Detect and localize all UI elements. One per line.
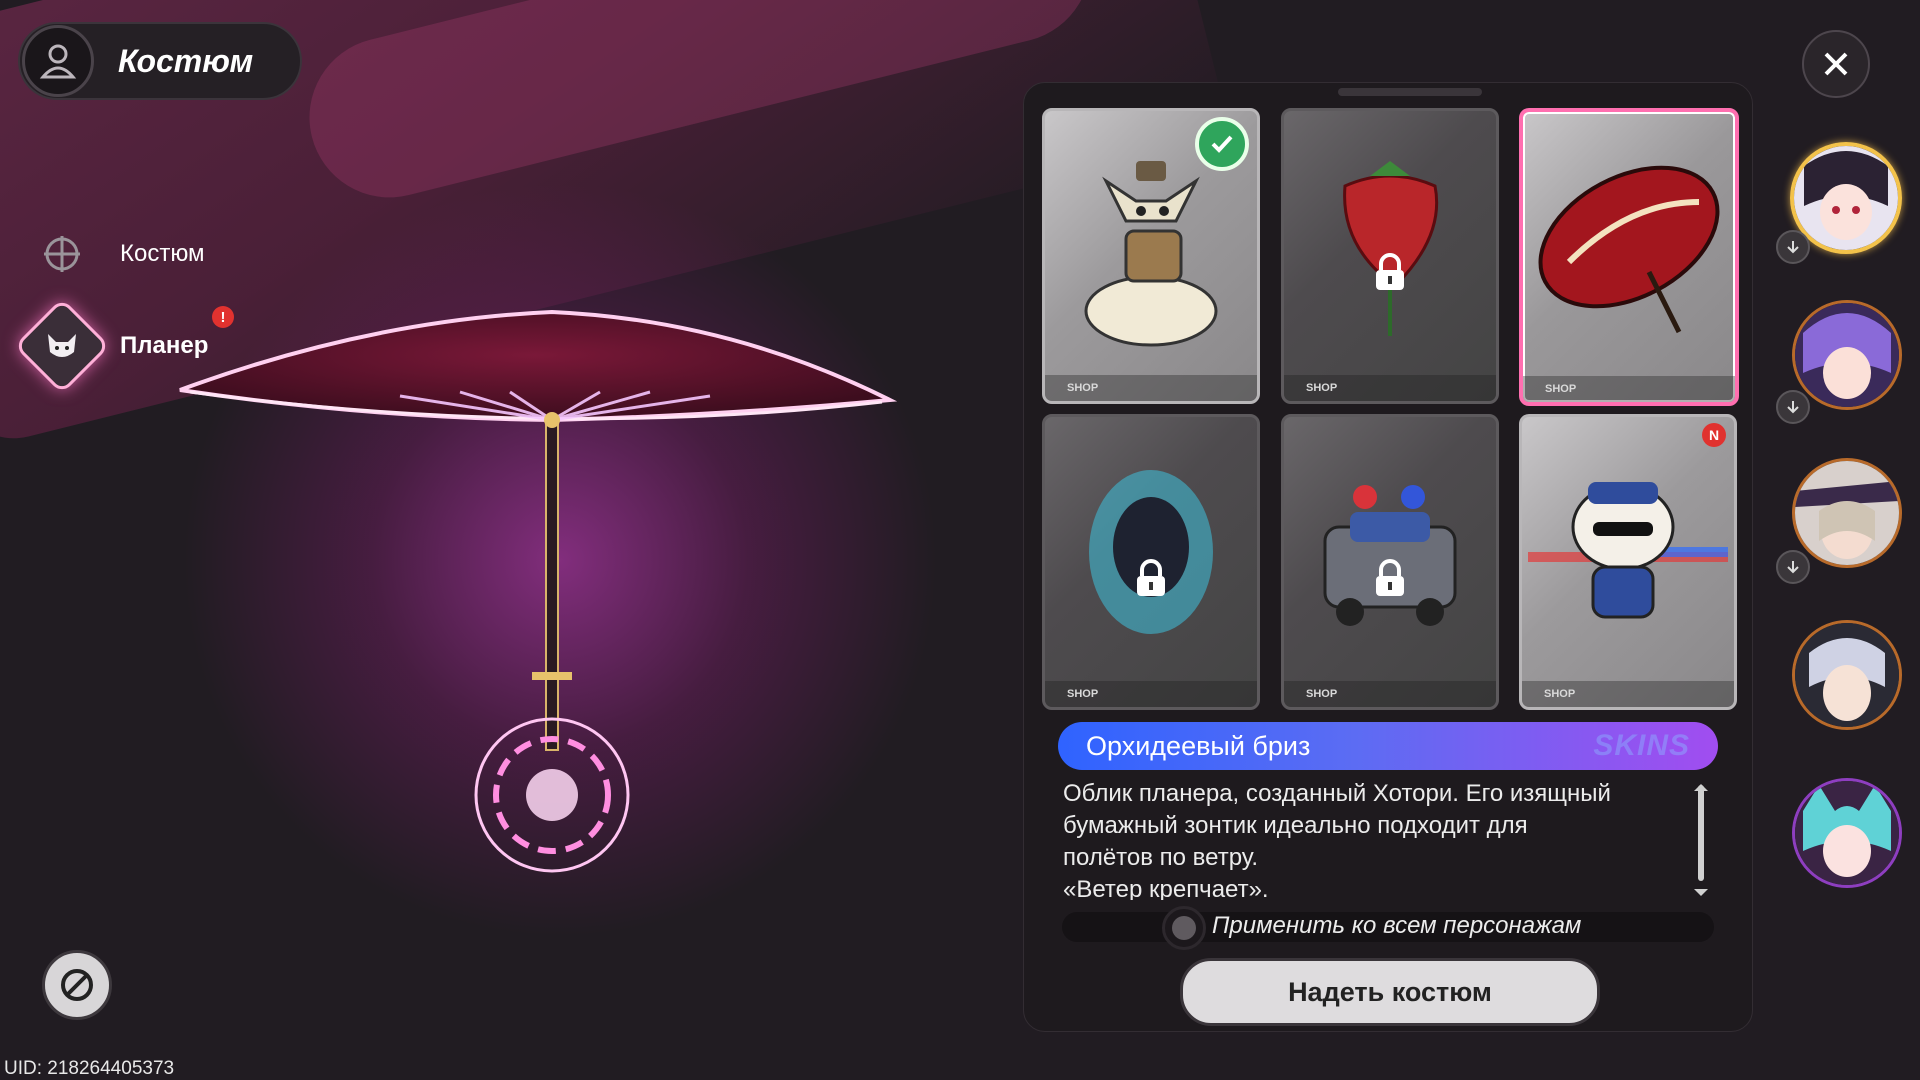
card-blue-spirit[interactable]: SHOP — [1042, 414, 1260, 710]
lock-icon — [1137, 559, 1165, 596]
block-icon — [61, 969, 93, 1001]
card-footer: SHOP — [1523, 376, 1735, 402]
check-icon — [1211, 135, 1233, 153]
close-icon — [1824, 52, 1848, 76]
card-footer: SHOP — [1045, 375, 1257, 401]
skin-tag: SKINS — [1593, 729, 1690, 762]
character-avatar-4[interactable] — [1792, 620, 1902, 730]
skin-name-bar: Орхидеевый бриз SKINS — [1058, 722, 1718, 770]
glider-mascot-icon — [13, 297, 111, 395]
swap-character-button[interactable] — [1776, 230, 1810, 264]
equipped-badge — [1195, 117, 1249, 171]
scroll-down-arrow[interactable] — [1694, 889, 1708, 896]
sidebar-item-label: Костюм — [120, 240, 205, 267]
skin-description[interactable]: Облик планера, созданный Хотори. Его изя… — [1063, 778, 1691, 900]
swap-character-button[interactable] — [1776, 550, 1810, 584]
card-police-car[interactable]: SHOP — [1281, 414, 1499, 710]
card-police-mascot[interactable]: N SHOP — [1519, 414, 1737, 710]
card-mascot-pack[interactable]: SHOP — [1042, 108, 1260, 404]
arrow-down-icon — [1787, 401, 1799, 414]
sidebar-item-label: Планер — [120, 332, 209, 359]
arrow-down-icon — [1787, 241, 1799, 254]
arrow-down-icon — [1787, 561, 1799, 574]
apply-all-radio[interactable] — [1162, 906, 1206, 950]
card-strawberry[interactable]: SHOP — [1281, 108, 1499, 404]
card-orchid-umbrella[interactable]: SHOP — [1519, 108, 1739, 406]
skin-name: Орхидеевый бриз — [1086, 730, 1311, 761]
character-avatar-3[interactable] — [1792, 458, 1902, 568]
sidebar-item-glider[interactable]: Планер — [13, 297, 209, 395]
equip-button[interactable]: Надеть костюм — [1180, 958, 1600, 1026]
description-line: «Ветер крепчает». — [1063, 876, 1269, 900]
person-outline-icon — [22, 25, 94, 97]
panel-handle[interactable] — [1338, 88, 1482, 96]
uid-label: UID: 218264405373 — [4, 1058, 175, 1079]
page-header: Костюм — [18, 22, 302, 100]
character-avatar-2[interactable] — [1792, 300, 1902, 410]
card-footer: SHOP — [1522, 681, 1734, 707]
crosshair-icon — [40, 232, 84, 276]
page-title: Костюм — [118, 42, 254, 79]
lock-icon — [1376, 559, 1404, 596]
glider-preview — [179, 309, 898, 873]
alert-badge: ! — [212, 306, 234, 328]
card-footer: SHOP — [1284, 375, 1496, 401]
swap-character-button[interactable] — [1776, 390, 1810, 424]
card-footer: SHOP — [1045, 681, 1257, 707]
card-footer: SHOP — [1284, 681, 1496, 707]
description-scrollbar[interactable] — [1698, 785, 1704, 881]
hide-glider-button[interactable] — [42, 950, 112, 1020]
sidebar-item-costume[interactable]: Костюм — [40, 232, 205, 276]
character-avatar-5[interactable] — [1792, 778, 1902, 888]
description-line: полётов по ветру. — [1063, 844, 1259, 871]
close-button[interactable] — [1802, 30, 1870, 98]
new-badge: N — [1702, 423, 1726, 447]
description-line: бумажный зонтик идеально подходит для — [1063, 812, 1528, 839]
description-line: Облик планера, созданный Хотори. Его изя… — [1063, 780, 1611, 807]
apply-all-label[interactable]: Применить ко всем персонажам — [1212, 912, 1581, 940]
lock-icon — [1376, 253, 1404, 290]
